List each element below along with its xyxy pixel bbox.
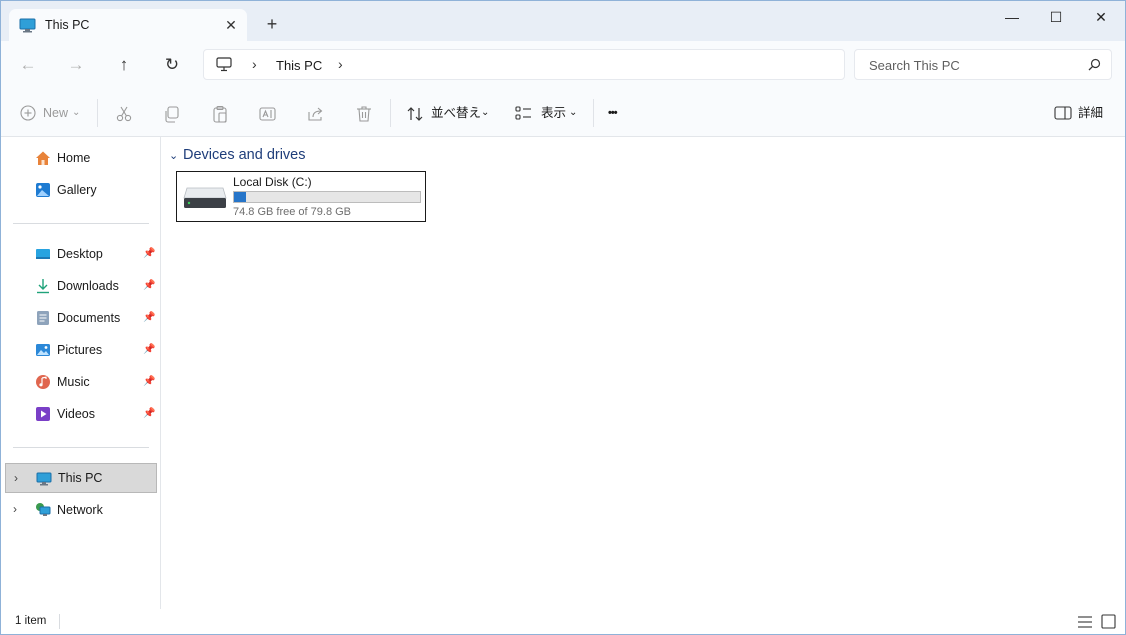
chevron-right-icon[interactable]: ›	[14, 471, 18, 485]
add-icon[interactable]	[19, 104, 39, 124]
details-view-icon[interactable]	[1077, 615, 1093, 632]
chevron-down-icon: ⌄	[72, 107, 81, 118]
tab-this-pc[interactable]: This PC ✕	[9, 9, 247, 41]
sort-icon[interactable]	[405, 104, 425, 124]
toolbar-divider	[390, 99, 391, 127]
forward-button[interactable]: →	[63, 53, 89, 77]
pin-icon[interactable]: 📌	[143, 280, 155, 291]
pin-icon[interactable]: 📌	[143, 312, 155, 323]
status-bar: 1 item	[1, 609, 1125, 634]
sidebar-item-this-pc[interactable]: › This PC	[5, 463, 157, 493]
breadcrumb-separator[interactable]: ›	[252, 56, 257, 72]
search-input[interactable]: Search This PC	[869, 58, 960, 73]
pin-icon[interactable]: 📌	[143, 376, 155, 387]
tab-close-icon[interactable]: ✕	[221, 15, 241, 35]
address-bar[interactable]: › This PC ›	[203, 49, 845, 80]
chevron-down-icon[interactable]: ⌄	[169, 149, 178, 162]
download-icon	[35, 278, 51, 294]
rename-icon[interactable]	[258, 104, 278, 124]
sidebar-item-network[interactable]: › Network	[5, 495, 157, 525]
toolbar-divider	[593, 99, 594, 127]
toolbar-divider	[97, 99, 98, 127]
pin-icon[interactable]: 📌	[143, 344, 155, 355]
command-bar: New ⌄ 並べ替え ⌄ 表示 ⌄ ••• 詳細	[1, 89, 1125, 137]
music-icon	[35, 374, 51, 390]
sidebar-item-gallery[interactable]: Gallery	[5, 175, 157, 205]
sidebar-item-pictures[interactable]: Pictures 📌	[5, 335, 157, 365]
breadcrumb-this-pc[interactable]: This PC	[276, 58, 322, 73]
sidebar-divider	[13, 447, 149, 448]
details-button[interactable]: 詳細	[1078, 103, 1103, 123]
navigation-bar: ← → ↑ ↻ › This PC › Search This PC	[1, 41, 1125, 89]
up-button[interactable]: ↑	[111, 53, 137, 77]
pin-icon[interactable]: 📌	[143, 408, 155, 419]
drive-name: Local Disk (C:)	[233, 175, 312, 189]
pictures-icon	[35, 342, 51, 358]
file-explorer-window: This PC ✕ + — ☐ ✕ ← → ↑ ↻ › This PC › Se…	[0, 0, 1126, 635]
sidebar-item-videos[interactable]: Videos 📌	[5, 399, 157, 429]
share-icon[interactable]	[306, 104, 326, 124]
copy-icon[interactable]	[162, 104, 182, 124]
paste-icon[interactable]	[210, 104, 230, 124]
chevron-down-icon: ⌄	[569, 107, 578, 118]
maximize-button[interactable]: ☐	[1033, 5, 1079, 29]
sort-button[interactable]: 並べ替え	[431, 103, 481, 123]
desktop-icon	[35, 246, 51, 262]
sidebar-item-music[interactable]: Music 📌	[5, 367, 157, 397]
close-button[interactable]: ✕	[1078, 5, 1124, 29]
pin-icon[interactable]: 📌	[143, 248, 155, 259]
view-button[interactable]: 表示	[541, 103, 566, 123]
home-icon	[35, 150, 51, 166]
hard-drive-icon	[183, 186, 227, 213]
gallery-icon	[35, 182, 51, 198]
breadcrumb-separator[interactable]: ›	[338, 56, 343, 72]
cut-icon[interactable]	[114, 104, 134, 124]
refresh-button[interactable]: ↻	[159, 53, 185, 77]
sidebar-item-home[interactable]: Home	[5, 143, 157, 173]
view-list-icon[interactable]	[515, 104, 535, 124]
sidebar-item-documents[interactable]: Documents 📌	[5, 303, 157, 333]
network-icon	[35, 502, 51, 518]
back-button[interactable]: ←	[15, 53, 41, 77]
details-pane-icon[interactable]	[1054, 104, 1074, 124]
content-pane: ⌄ Devices and drives Local Disk (C:) 74.…	[161, 137, 1125, 609]
navigation-pane: Home Gallery Desktop 📌 Downloads 📌 Docum…	[1, 137, 161, 609]
tab-title: This PC	[45, 18, 90, 32]
monitor-icon	[216, 57, 232, 75]
more-options-button[interactable]: •••	[608, 103, 618, 123]
status-divider	[59, 614, 60, 629]
sidebar-item-downloads[interactable]: Downloads 📌	[5, 271, 157, 301]
sidebar-item-desktop[interactable]: Desktop 📌	[5, 239, 157, 269]
title-bar: This PC ✕ + — ☐ ✕	[1, 1, 1125, 41]
search-box[interactable]: Search This PC	[854, 49, 1112, 80]
drive-usage-fill	[234, 192, 246, 202]
new-tab-button[interactable]: +	[261, 13, 283, 35]
sidebar-divider	[13, 223, 149, 224]
drive-free-space: 74.8 GB free of 79.8 GB	[233, 206, 352, 218]
monitor-icon	[36, 471, 52, 487]
tiles-view-icon[interactable]	[1101, 614, 1116, 632]
document-icon	[35, 310, 51, 326]
monitor-icon	[19, 18, 36, 36]
chevron-right-icon[interactable]: ›	[13, 502, 17, 516]
search-icon[interactable]	[1088, 58, 1101, 74]
delete-icon[interactable]	[354, 104, 374, 124]
new-button[interactable]: New	[43, 103, 68, 123]
videos-icon	[35, 406, 51, 422]
minimize-button[interactable]: —	[989, 5, 1035, 29]
item-count: 1 item	[15, 615, 47, 627]
drive-usage-bar	[233, 191, 421, 203]
group-title: Devices and drives	[183, 147, 306, 163]
drive-tile-local-disk-c[interactable]: Local Disk (C:) 74.8 GB free of 79.8 GB	[176, 171, 426, 222]
chevron-down-icon: ⌄	[481, 107, 490, 118]
